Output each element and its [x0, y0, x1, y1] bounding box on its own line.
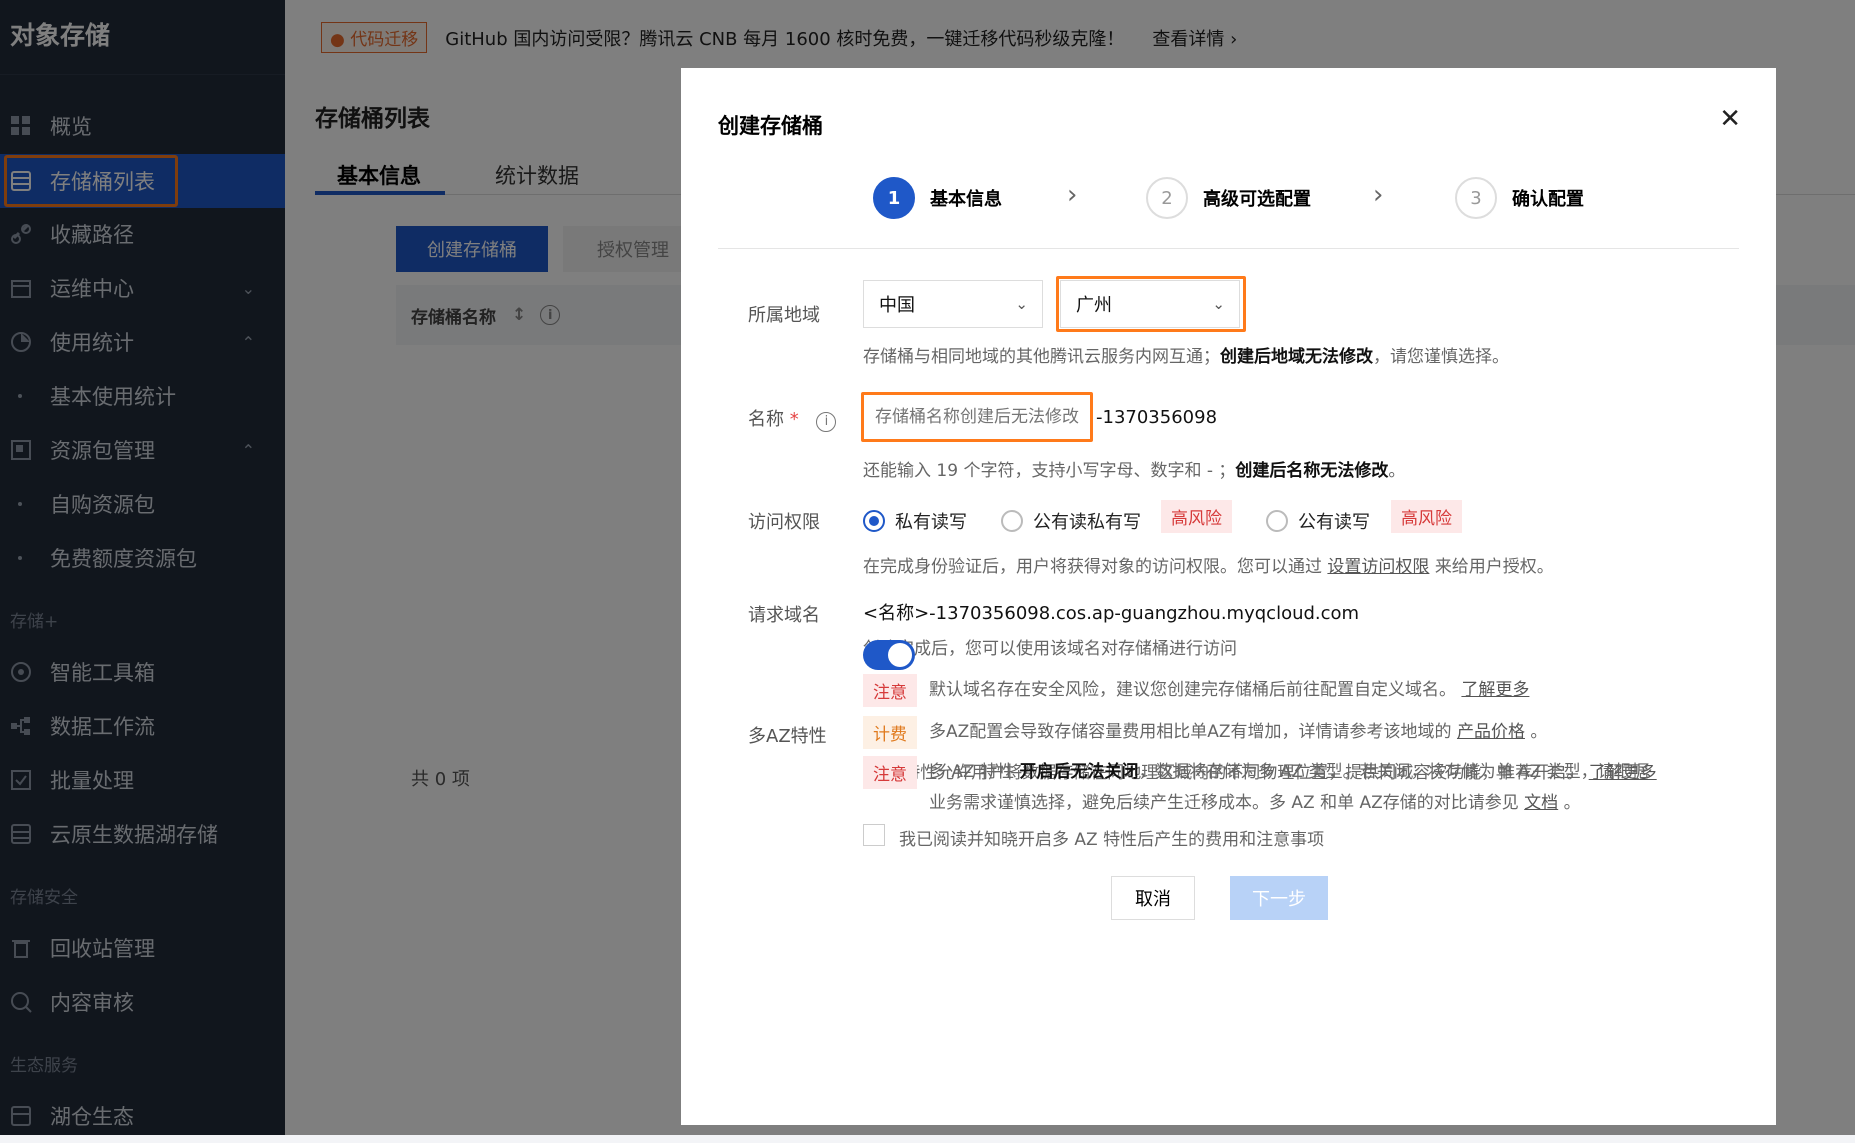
- step-number: 1: [873, 177, 915, 219]
- risk-badge: 高风险: [1161, 500, 1232, 533]
- product-price-link[interactable]: 产品价格: [1457, 722, 1525, 742]
- required-mark: *: [789, 409, 799, 430]
- learn-more-link[interactable]: 了解更多: [1461, 680, 1529, 700]
- steps-divider: [718, 248, 1739, 249]
- radio-private-rw[interactable]: 私有读写: [863, 508, 967, 534]
- info-icon[interactable]: i: [816, 411, 837, 432]
- billing-suffix: 。: [1530, 722, 1548, 742]
- chevron-right-icon: ›: [1067, 180, 1078, 210]
- set-access-link[interactable]: 设置访问权限: [1327, 557, 1429, 577]
- toggle-knob: [888, 643, 912, 667]
- step-number: 2: [1146, 177, 1188, 219]
- domain-value: <名称>-1370356098.cos.ap-guangzhou.myqclou…: [863, 603, 1360, 624]
- cancel-button[interactable]: 取消: [1111, 876, 1195, 920]
- domain-label: 请求域名: [748, 605, 820, 626]
- name-hint-suffix: 。: [1388, 461, 1406, 481]
- radio-label: 私有读写: [895, 512, 967, 533]
- doc-link[interactable]: 文档: [1524, 793, 1558, 813]
- radio-label: 公有读私有写: [1033, 512, 1141, 533]
- domain-notice: 默认域名存在安全风险，建议您创建完存储桶后前往配置自定义域名。 了解更多: [929, 675, 1529, 700]
- region-label: 所属地域: [748, 305, 820, 326]
- radio-circle: [1266, 510, 1288, 532]
- multi-az-toggle[interactable]: [863, 640, 915, 670]
- next-step-button[interactable]: 下一步: [1230, 876, 1328, 920]
- risk-badge: 高风险: [1391, 500, 1462, 533]
- name-hint-text: 还能输入 19 个字符，支持小写字母、数字和 - ；: [863, 461, 1236, 481]
- step-label: 基本信息: [930, 189, 1002, 210]
- step-confirm-config: 3 确认配置: [1455, 177, 1584, 219]
- notice-badge: 注意: [863, 674, 917, 707]
- learn-more-link[interactable]: 了解更多: [1589, 763, 1657, 783]
- region-hint: 存储桶与相同地域的其他腾讯云服务内网互通；创建后地域无法修改，请您谨慎选择。: [863, 342, 1509, 367]
- name-label: 名称 * i: [748, 405, 837, 432]
- domain-notice-text: 默认域名存在安全风险，建议您创建完存储桶后前往配置自定义域名。: [929, 680, 1456, 700]
- step-label: 高级可选配置: [1203, 189, 1311, 210]
- region-hint-bold: 创建后地域无法修改: [1220, 347, 1373, 367]
- access-hint: 在完成身份验证后，用户将获得对象的访问权限。您可以通过 设置访问权限 来给用户授…: [863, 552, 1554, 577]
- radio-circle: [1001, 510, 1023, 532]
- region-hint-suffix: ，请您谨慎选择。: [1373, 347, 1509, 367]
- highlight-box: [861, 392, 1093, 442]
- step-basic-info: 1 基本信息: [873, 177, 1002, 219]
- notice-badge: 注意: [863, 756, 917, 789]
- radio-label: 公有读写: [1298, 512, 1370, 533]
- billing-text: 多AZ配置会导致存储容量费用相比单AZ有增加，详情请参考该地域的: [929, 722, 1452, 742]
- dialog-title: 创建存储桶: [718, 114, 823, 138]
- multi-az-label: 多AZ特性: [748, 726, 827, 747]
- step-number: 3: [1455, 177, 1497, 219]
- multi-az-hint-text: 多AZ特性允许用户将数据存储在同地理区域内的不同物理位置，提供同城容灾功能，推荐…: [863, 763, 1584, 783]
- highlight-box: [1056, 276, 1246, 332]
- chevron-down-icon: ⌄: [1015, 295, 1028, 313]
- create-bucket-dialog: 创建存储桶 ✕ 1 基本信息 › 2 高级可选配置 › 3 确认配置 所属地域 …: [681, 68, 1776, 1125]
- domain-hint: 创建完成后，您可以使用该域名对存储桶进行访问: [863, 639, 1237, 659]
- name-hint-bold: 创建后名称无法修改: [1235, 461, 1389, 481]
- radio-circle: [863, 510, 885, 532]
- country-value: 中国: [879, 295, 915, 316]
- region-hint-text: 存储桶与相同地域的其他腾讯云服务内网互通；: [863, 347, 1220, 367]
- close-icon[interactable]: ✕: [1719, 104, 1741, 134]
- billing-badge: 计费: [863, 716, 917, 749]
- bucket-name-suffix: -1370356098: [1096, 407, 1218, 428]
- radio-public-rw[interactable]: 公有读写: [1266, 508, 1370, 534]
- billing-note: 多AZ配置会导致存储容量费用相比单AZ有增加，详情请参考该地域的 产品价格 。: [929, 717, 1547, 742]
- step-label: 确认配置: [1512, 189, 1584, 210]
- agreement-checkbox[interactable]: [863, 824, 885, 846]
- access-hint-text: 在完成身份验证后，用户将获得对象的访问权限。您可以通过: [863, 557, 1322, 577]
- multi-az-hint: 多AZ特性允许用户将数据存储在同地理区域内的不同物理位置，提供同城容灾功能，推荐…: [863, 758, 1657, 783]
- access-label: 访问权限: [748, 512, 820, 533]
- name-hint: 还能输入 19 个字符，支持小写字母、数字和 - ；创建后名称无法修改。: [863, 456, 1405, 481]
- country-select[interactable]: 中国 ⌄: [863, 280, 1043, 328]
- step-advanced-config: 2 高级可选配置: [1146, 177, 1311, 219]
- name-label-text: 名称: [748, 409, 784, 430]
- access-hint-suffix: 来给用户授权。: [1434, 557, 1554, 577]
- chevron-right-icon: ›: [1373, 180, 1384, 210]
- radio-public-read[interactable]: 公有读私有写: [1001, 508, 1141, 534]
